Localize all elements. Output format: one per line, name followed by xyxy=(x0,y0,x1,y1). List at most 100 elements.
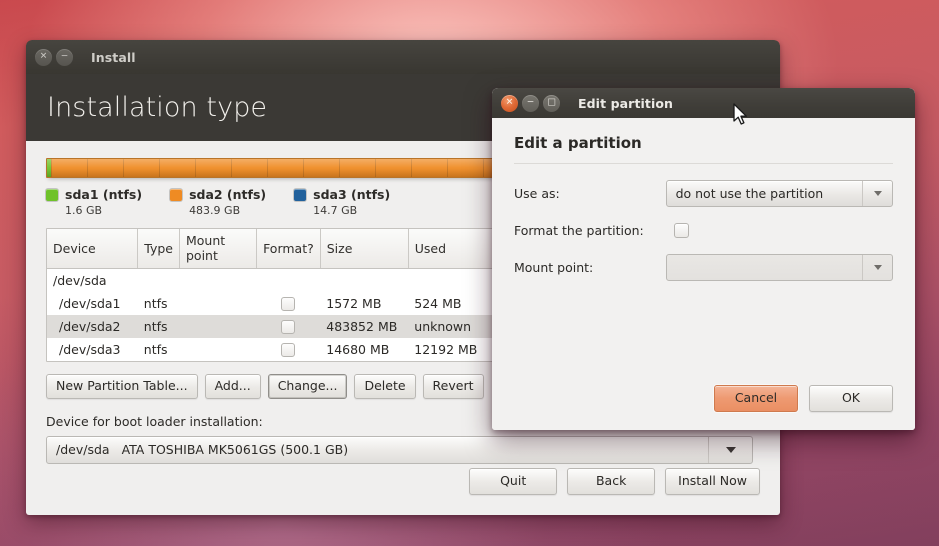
format-partition-checkbox[interactable] xyxy=(674,223,689,238)
legend-item: sda1 (ntfs) 1.6 GB xyxy=(46,187,142,217)
cancel-button[interactable]: Cancel xyxy=(714,384,798,412)
table-row[interactable]: /dev/sda1 ntfs 1572 MB 524 MB xyxy=(47,292,500,315)
cell-type xyxy=(138,269,180,292)
cell-format[interactable] xyxy=(256,314,321,338)
edit-dialog-action-buttons: Cancel OK xyxy=(714,384,893,412)
revert-button[interactable]: Revert xyxy=(422,373,484,399)
legend-item: sda3 (ntfs) 14.7 GB xyxy=(294,187,390,217)
cell-format[interactable] xyxy=(257,292,321,315)
cell-device: /dev/sda3 xyxy=(59,341,121,357)
footer-action-buttons: Quit Back Install Now xyxy=(469,467,760,495)
cell-used xyxy=(408,269,500,292)
edit-dialog-title: Edit partition xyxy=(578,95,674,111)
cell-device: /dev/sda1 xyxy=(59,295,121,311)
cell-type: ntfs xyxy=(143,341,168,357)
format-partition-label: Format the partition: xyxy=(514,223,644,238)
table-row[interactable]: /dev/sda2 ntfs 483852 MB unknown xyxy=(47,314,500,338)
table-header-type[interactable]: Type xyxy=(137,229,180,269)
table-body: /dev/sda/dev/sda1 ntfs 1572 MB 524 MB/dev/s… xyxy=(47,269,500,361)
delete-button[interactable]: Delete xyxy=(354,373,416,399)
quit-button[interactable]: Quit xyxy=(469,467,558,495)
legend-partition-size: 1.6 GB xyxy=(65,204,103,217)
minimize-icon[interactable]: − xyxy=(56,48,73,66)
legend-partition-name: sda1 (ntfs) xyxy=(65,187,143,202)
cell-mount-point xyxy=(179,314,257,338)
cell-used: 524 MB xyxy=(414,295,462,311)
new-partition-table-button[interactable]: New Partition Table... xyxy=(46,373,198,399)
close-glyph: ✕ xyxy=(505,97,514,107)
cell-device: /dev/sda xyxy=(53,272,107,288)
bootloader-device-select[interactable]: /dev/sda ATA TOSHIBA MK5061GS (500.1 GB) xyxy=(46,435,753,464)
cell-used: unknown xyxy=(408,314,500,338)
cell-mount-point xyxy=(179,292,256,315)
format-checkbox[interactable] xyxy=(281,342,296,357)
maximize-icon[interactable]: □ xyxy=(543,94,560,112)
edit-dialog-heading: Edit a partition xyxy=(514,134,893,164)
edit-dialog-body: Edit a partition Use as: do not use the … xyxy=(492,118,915,430)
cell-size: 14680 MB xyxy=(326,341,390,357)
edit-dialog-titlebar[interactable]: ✕ − □ Edit partition xyxy=(492,88,915,118)
legend-partition-name: sda3 (ntfs) xyxy=(313,187,391,202)
cell-type: ntfs xyxy=(137,314,180,338)
legend-partition-name: sda2 (ntfs) xyxy=(189,187,267,202)
close-icon[interactable]: ✕ xyxy=(35,48,52,66)
cell-type: ntfs xyxy=(143,295,168,311)
minimize-glyph: − xyxy=(60,51,69,61)
use-as-label: Use as: xyxy=(514,186,560,201)
chevron-down-icon xyxy=(725,446,736,453)
mount-point-select[interactable] xyxy=(665,254,893,281)
format-partition-row: Format the partition: xyxy=(514,223,893,238)
cell-used: 12192 MB xyxy=(414,341,478,357)
install-window-titlebar[interactable]: ✕ − Install xyxy=(26,40,780,74)
cell-size: 1572 MB xyxy=(326,295,382,311)
bootloader-dropdown-arrow-zone[interactable] xyxy=(708,436,752,463)
mount-point-label: Mount point: xyxy=(514,260,594,275)
cell-size: 483852 MB xyxy=(320,314,409,338)
table-header-format[interactable]: Format? xyxy=(256,229,321,269)
close-glyph: ✕ xyxy=(39,51,48,61)
page-title: Installation type xyxy=(47,92,268,123)
cell-format[interactable] xyxy=(257,269,321,292)
install-now-button[interactable]: Install Now xyxy=(665,467,760,495)
table-header-used[interactable]: Used xyxy=(408,229,500,269)
table-header-device[interactable]: Device xyxy=(47,229,139,269)
format-checkbox[interactable] xyxy=(281,296,296,311)
cell-device: /dev/sda2 xyxy=(47,314,138,338)
format-checkbox[interactable] xyxy=(281,319,296,334)
bootloader-value: /dev/sda ATA TOSHIBA MK5061GS (500.1 GB) xyxy=(47,442,348,457)
legend-color-swatch xyxy=(170,188,183,201)
cell-size xyxy=(320,269,408,292)
legend-partition-size: 14.7 GB xyxy=(313,204,358,217)
cell-format[interactable] xyxy=(257,338,321,361)
install-window-title: Install xyxy=(91,49,136,65)
close-icon[interactable]: ✕ xyxy=(501,94,518,112)
cell-mount-point xyxy=(179,338,256,361)
add-button[interactable]: Add... xyxy=(204,373,261,399)
table-header-size[interactable]: Size xyxy=(320,229,409,269)
change-button[interactable]: Change... xyxy=(267,373,348,399)
use-as-select[interactable]: do not use the partition xyxy=(665,180,893,207)
bootloader-description: ATA TOSHIBA MK5061GS (500.1 GB) xyxy=(121,442,349,458)
back-button[interactable]: Back xyxy=(567,467,656,495)
legend-partition-size: 483.9 GB xyxy=(189,204,241,217)
mount-point-dropdown-arrow-zone[interactable] xyxy=(862,255,892,280)
minimize-icon[interactable]: − xyxy=(522,94,539,112)
table-header-row: Device Type Mount point Format? Size Used xyxy=(47,229,500,269)
use-as-dropdown-arrow-zone[interactable] xyxy=(862,181,892,206)
cell-mount-point xyxy=(179,269,256,292)
table-row[interactable]: /dev/sda xyxy=(47,269,500,292)
ok-button[interactable]: OK xyxy=(809,384,893,412)
maximize-glyph: □ xyxy=(547,97,556,107)
chevron-down-icon xyxy=(873,265,882,270)
chevron-down-icon xyxy=(873,191,882,196)
legend-item: sda2 (ntfs) 483.9 GB xyxy=(170,187,266,217)
table-row[interactable]: /dev/sda3 ntfs 14680 MB 12192 MB xyxy=(47,338,500,361)
legend-color-swatch xyxy=(294,188,307,201)
edit-partition-dialog: ✕ − □ Edit partition Edit a partition Us… xyxy=(492,88,915,430)
use-as-value: do not use the partition xyxy=(675,186,824,201)
use-as-row: Use as: do not use the partition xyxy=(514,180,893,207)
table-header-mount-point[interactable]: Mount point xyxy=(179,229,258,269)
bootloader-device: /dev/sda xyxy=(56,442,110,458)
partition-table[interactable]: Device Type Mount point Format? Size Used /de… xyxy=(46,228,501,362)
minimize-glyph: − xyxy=(526,97,535,107)
